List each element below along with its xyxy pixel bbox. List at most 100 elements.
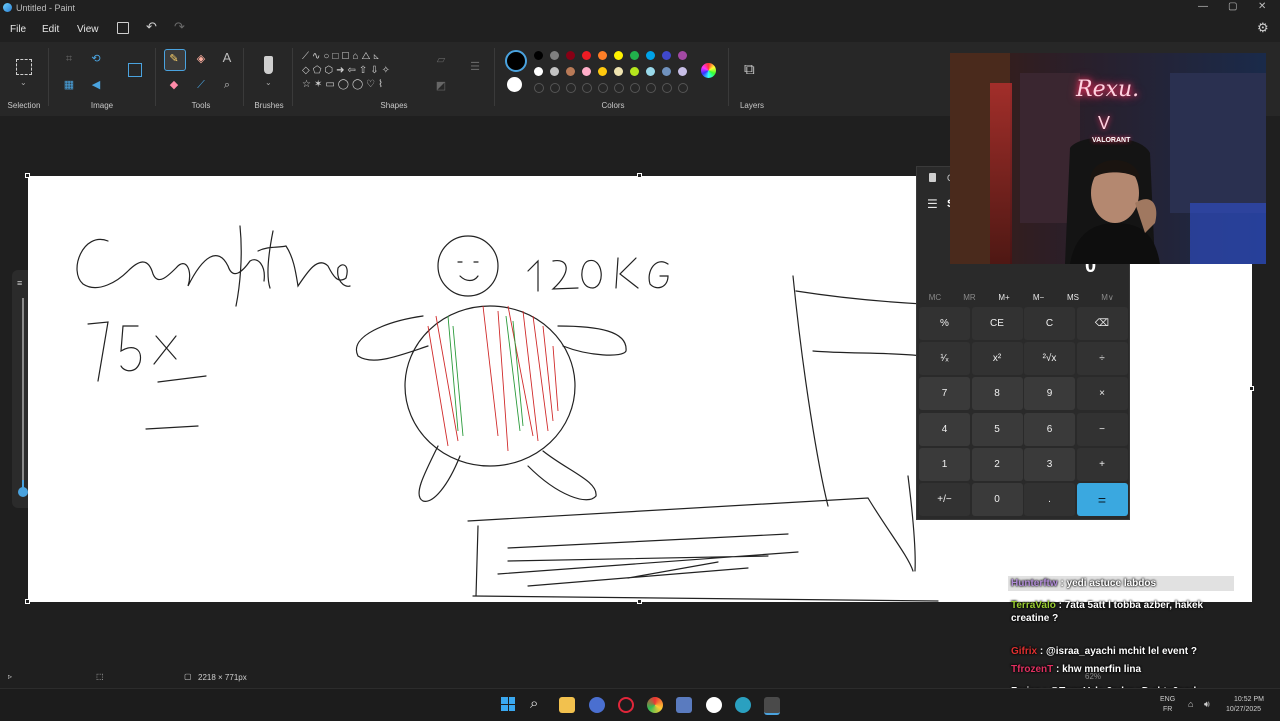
chrome-icon[interactable] xyxy=(647,697,663,713)
custom-color-slot[interactable] xyxy=(550,83,560,93)
fill-bucket-icon[interactable]: ◈ xyxy=(194,52,208,66)
color-swatch[interactable] xyxy=(646,67,655,76)
custom-color-slot[interactable] xyxy=(566,83,576,93)
rotate-icon[interactable]: ⟲ xyxy=(89,52,103,66)
calculator-key[interactable]: CE xyxy=(971,307,1023,340)
chat-username[interactable]: TerraValo xyxy=(1011,600,1056,611)
calculator-key[interactable]: 7 xyxy=(919,377,970,411)
color-swatch[interactable] xyxy=(630,67,639,76)
calculator-key[interactable]: ¹⁄ₓ xyxy=(919,342,970,376)
save-icon[interactable] xyxy=(117,22,129,34)
calculator-key[interactable]: 1 xyxy=(919,447,970,481)
calculator-key[interactable]: 0 xyxy=(971,483,1023,516)
search-icon[interactable]: ⌕ xyxy=(530,695,538,712)
calculator-key[interactable]: = xyxy=(1076,483,1128,516)
calculator-key[interactable]: +/− xyxy=(919,483,970,516)
color-swatch[interactable] xyxy=(662,67,671,76)
calculator-key[interactable]: − xyxy=(1076,412,1128,446)
crop-icon[interactable]: ⌗ xyxy=(62,52,76,66)
memory-button[interactable]: M∨ xyxy=(1091,293,1125,302)
shapes-gallery[interactable]: ⟋∿○□▢⌂△◺ ◇⬠⬡➜⇦⇧⇩✧ ☆✶▭◯◯♡⌇ xyxy=(302,50,420,94)
clock-date[interactable]: 10/27/2025 xyxy=(1226,706,1261,713)
clock-time[interactable]: 10:52 PM xyxy=(1234,696,1264,703)
color-swatch[interactable] xyxy=(550,51,559,60)
language-top[interactable]: ENG xyxy=(1160,696,1175,703)
custom-color-slot[interactable] xyxy=(646,83,656,93)
selection-tool-icon[interactable] xyxy=(16,59,32,75)
calculator-key[interactable]: ⌫ xyxy=(1076,307,1128,340)
calculator-key[interactable]: ²√x xyxy=(1024,342,1075,376)
text-tool-icon[interactable]: A xyxy=(220,51,234,65)
calculator-key[interactable]: 6 xyxy=(1024,412,1075,446)
resize-handle[interactable] xyxy=(25,599,30,604)
color-swatch[interactable] xyxy=(646,51,655,60)
brush-icon[interactable] xyxy=(264,56,273,74)
resize-handle[interactable] xyxy=(1249,386,1254,391)
custom-color-slot[interactable] xyxy=(534,83,544,93)
close-button[interactable]: ✕ xyxy=(1258,1,1266,12)
minimize-button[interactable]: — xyxy=(1198,1,1208,12)
menu-view[interactable]: View xyxy=(77,24,99,35)
resize-handle[interactable] xyxy=(637,173,642,178)
resize-icon[interactable] xyxy=(128,63,142,77)
network-icon[interactable]: ⌂ xyxy=(1188,699,1193,709)
chevron-down-icon[interactable]: ⌄ xyxy=(20,78,27,87)
custom-color-slot[interactable] xyxy=(614,83,624,93)
custom-color-slot[interactable] xyxy=(582,83,592,93)
chevron-down-icon[interactable]: ⌄ xyxy=(265,78,272,87)
color-swatch[interactable] xyxy=(662,51,671,60)
color-swatch[interactable] xyxy=(534,51,543,60)
fill-icon[interactable]: ◩ xyxy=(434,79,448,93)
color-swatch[interactable] xyxy=(582,51,591,60)
color-swatch[interactable] xyxy=(566,51,575,60)
calculator-key[interactable]: % xyxy=(919,307,970,340)
resize-handle[interactable] xyxy=(637,599,642,604)
volume-icon[interactable]: 🔊︎ xyxy=(1204,699,1210,710)
slider-thumb[interactable] xyxy=(18,487,28,497)
chat-username[interactable]: TfrozenT xyxy=(1011,664,1053,675)
custom-color-slot[interactable] xyxy=(662,83,672,93)
calculator-key[interactable]: 3 xyxy=(1024,447,1075,481)
color-swatch[interactable] xyxy=(598,67,607,76)
windows-start-icon[interactable] xyxy=(501,697,515,711)
language-bottom[interactable]: FR xyxy=(1163,706,1172,713)
calculator-key[interactable]: × xyxy=(1076,377,1128,411)
memory-button[interactable]: M− xyxy=(1022,293,1056,302)
memory-button[interactable]: MR xyxy=(953,293,987,302)
outline-icon[interactable]: ▱ xyxy=(434,53,448,67)
color-swatch[interactable] xyxy=(582,67,591,76)
primary-color-swatch[interactable] xyxy=(505,50,527,72)
menu-edit[interactable]: Edit xyxy=(42,24,59,35)
opera-icon[interactable] xyxy=(618,697,634,713)
calculator-key[interactable]: + xyxy=(1076,447,1128,481)
settings-gear-icon[interactable]: ⚙ xyxy=(1257,20,1269,36)
magnifier-icon[interactable]: ⌕ xyxy=(220,78,234,92)
calculator-key[interactable]: 2 xyxy=(971,447,1023,481)
chat-username[interactable]: Hunterftw xyxy=(1011,578,1058,589)
calculator-key[interactable]: 4 xyxy=(919,412,970,446)
color-swatch[interactable] xyxy=(566,67,575,76)
calculator-key[interactable]: x² xyxy=(971,342,1023,376)
calculator-key[interactable]: ÷ xyxy=(1076,342,1128,376)
file-explorer-icon[interactable] xyxy=(559,697,575,713)
color-swatch[interactable] xyxy=(534,67,543,76)
color-swatch[interactable] xyxy=(678,67,687,76)
redo-icon[interactable]: ↷ xyxy=(174,19,185,35)
calculator-key[interactable]: . xyxy=(1024,483,1075,516)
undo-icon[interactable]: ↶ xyxy=(146,19,157,35)
eraser-icon[interactable]: ◆ xyxy=(167,78,181,92)
calculator-key[interactable]: 9 xyxy=(1024,377,1075,411)
color-swatch[interactable] xyxy=(678,51,687,60)
calculator-key[interactable]: C xyxy=(1024,307,1075,340)
maximize-button[interactable]: ▢ xyxy=(1228,1,1237,12)
hamburger-menu-icon[interactable]: ☰ xyxy=(927,197,938,211)
flip-icon[interactable]: ◀ xyxy=(89,78,103,92)
calculator-taskbar-icon[interactable] xyxy=(764,697,780,715)
shape-size-icon[interactable]: ☰ xyxy=(468,60,482,74)
window-app-icon[interactable] xyxy=(676,697,692,713)
color-swatch[interactable] xyxy=(550,67,559,76)
custom-color-slot[interactable] xyxy=(598,83,608,93)
app-icon[interactable] xyxy=(589,697,605,713)
color-swatch[interactable] xyxy=(614,67,623,76)
calculator-key[interactable]: 8 xyxy=(971,377,1023,411)
